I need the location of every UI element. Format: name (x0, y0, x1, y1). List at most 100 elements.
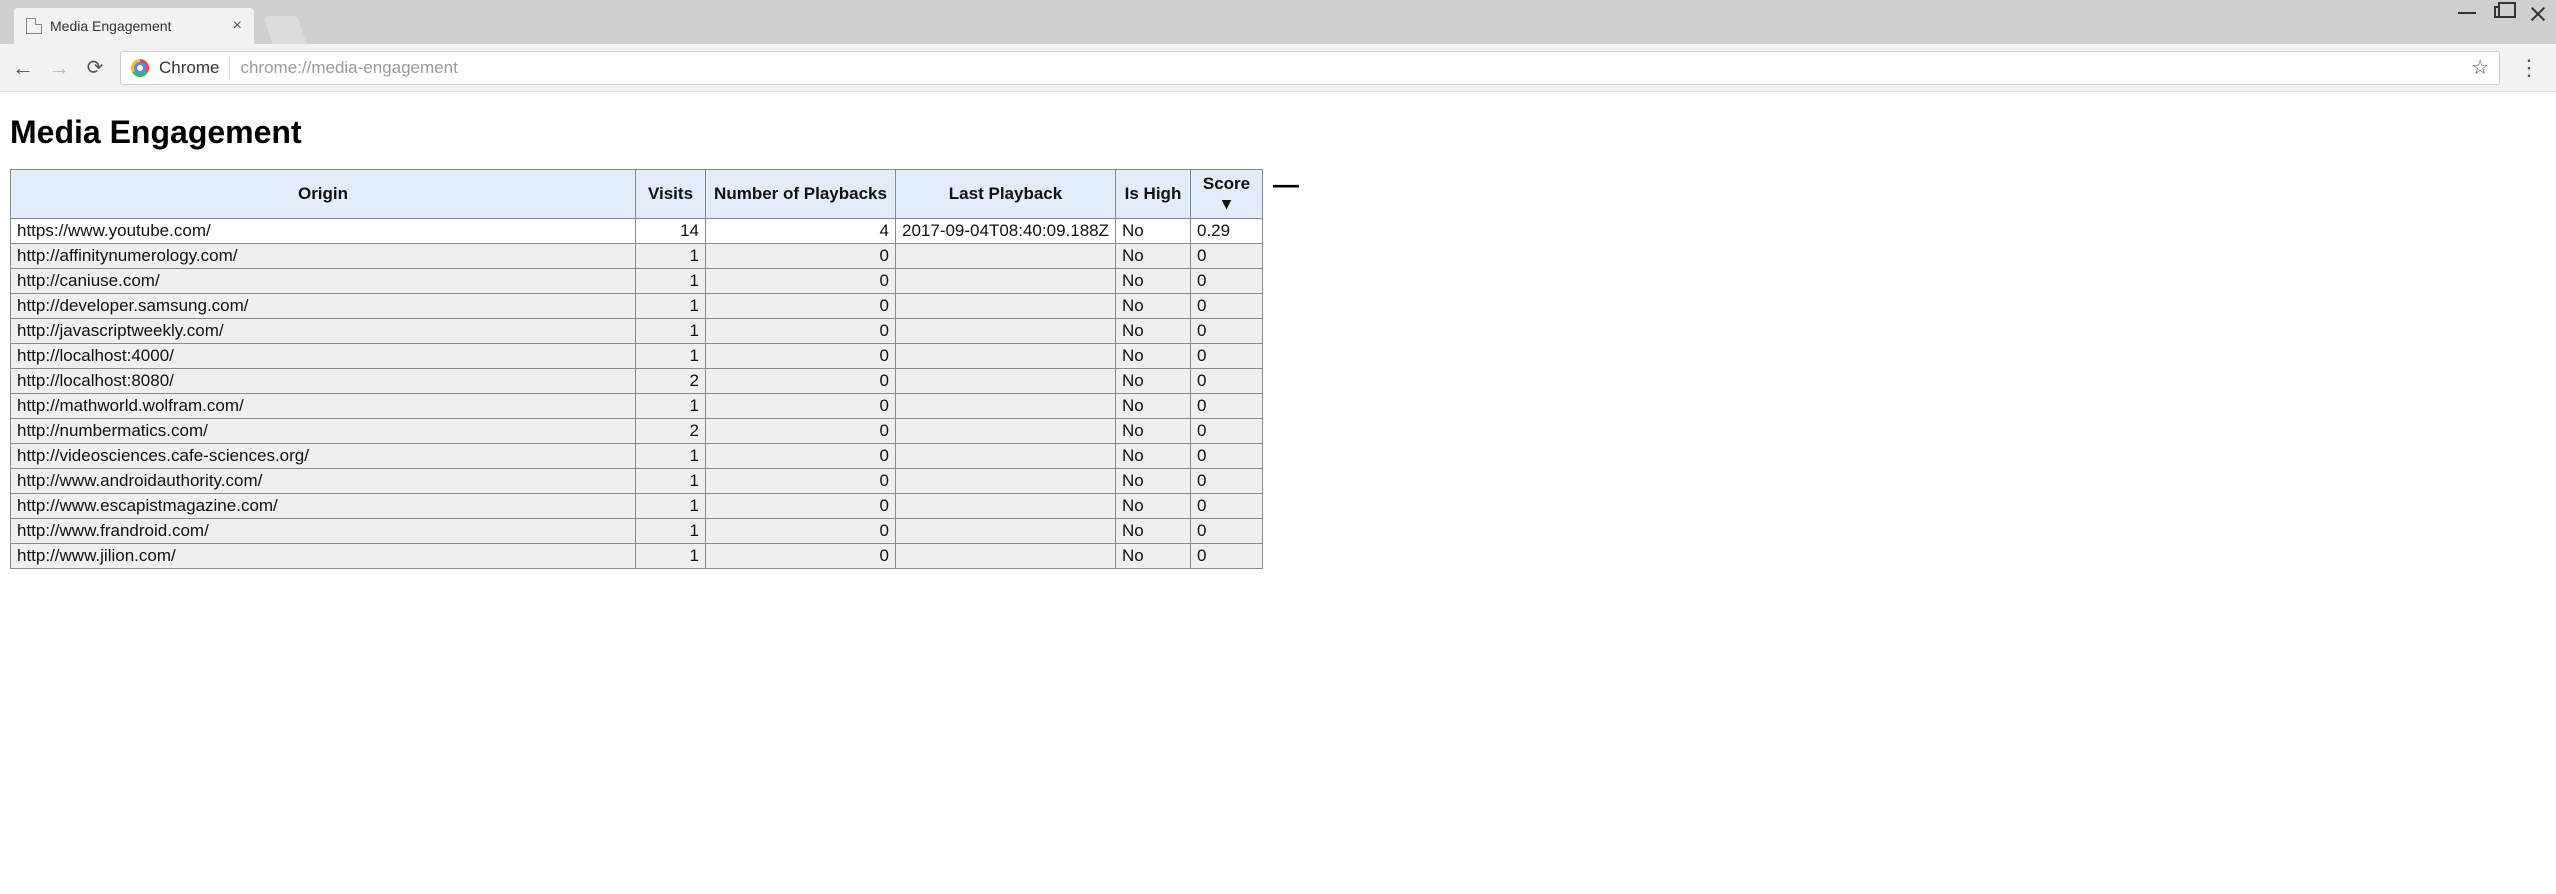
cell-last (896, 444, 1116, 469)
close-icon[interactable]: × (233, 18, 242, 34)
cell-origin: http://numbermatics.com/ (11, 419, 636, 444)
cell-visits: 1 (636, 444, 706, 469)
cell-visits: 1 (636, 469, 706, 494)
table-row: http://www.escapistmagazine.com/10No0 (11, 494, 1263, 519)
cell-score: 0 (1191, 369, 1263, 394)
cell-score: 0 (1191, 269, 1263, 294)
cell-visits: 1 (636, 544, 706, 569)
omnibox-url[interactable]: chrome://media-engagement (240, 58, 2461, 78)
cell-origin: http://www.escapistmagazine.com/ (11, 494, 636, 519)
media-engagement-table: Origin Visits Number of Playbacks Last P… (10, 169, 1263, 569)
table-row: http://developer.samsung.com/10No0 (11, 294, 1263, 319)
cell-origin: http://developer.samsung.com/ (11, 294, 636, 319)
cell-score: 0 (1191, 469, 1263, 494)
cell-score: 0 (1191, 519, 1263, 544)
cell-visits: 2 (636, 369, 706, 394)
cell-visits: 1 (636, 294, 706, 319)
col-header-score[interactable]: Score ▾ (1191, 170, 1263, 219)
cell-origin: http://www.jilion.com/ (11, 544, 636, 569)
cell-visits: 2 (636, 419, 706, 444)
window-close-icon[interactable] (2530, 6, 2548, 22)
cell-is-high: No (1116, 269, 1191, 294)
cell-visits: 1 (636, 519, 706, 544)
cell-origin: https://www.youtube.com/ (11, 219, 636, 244)
page-title: Media Engagement (10, 114, 2546, 151)
cell-score: 0 (1191, 319, 1263, 344)
omnibox-separator (229, 57, 230, 79)
cell-last (896, 494, 1116, 519)
cell-playbacks: 0 (706, 294, 896, 319)
cell-score: 0 (1191, 344, 1263, 369)
reload-button[interactable]: ⟳ (84, 55, 106, 80)
cell-origin: http://caniuse.com/ (11, 269, 636, 294)
cell-visits: 14 (636, 219, 706, 244)
table-row: http://www.jilion.com/10No0 (11, 544, 1263, 569)
cell-last (896, 319, 1116, 344)
cell-score: 0 (1191, 294, 1263, 319)
cell-is-high: No (1116, 344, 1191, 369)
back-button[interactable]: ← (12, 55, 34, 81)
browser-menu-icon[interactable]: ⋮ (2514, 55, 2544, 81)
cell-score: 0 (1191, 444, 1263, 469)
cell-visits: 1 (636, 319, 706, 344)
cell-visits: 1 (636, 394, 706, 419)
cell-visits: 1 (636, 344, 706, 369)
browser-toolbar: ← → ⟳ Chrome chrome://media-engagement ☆… (0, 44, 2556, 92)
cell-playbacks: 0 (706, 394, 896, 419)
cell-is-high: No (1116, 369, 1191, 394)
window-maximize-icon[interactable] (2494, 6, 2512, 22)
cell-score: 0.29 (1191, 219, 1263, 244)
bookmark-star-icon[interactable]: ☆ (2471, 55, 2489, 80)
cell-playbacks: 0 (706, 344, 896, 369)
cell-score: 0 (1191, 244, 1263, 269)
cell-last (896, 369, 1116, 394)
cell-origin: http://www.frandroid.com/ (11, 519, 636, 544)
cell-playbacks: 0 (706, 444, 896, 469)
window-minimize-icon[interactable] (2458, 6, 2476, 22)
col-header-is-high[interactable]: Is High (1116, 170, 1191, 219)
col-header-origin[interactable]: Origin (11, 170, 636, 219)
cell-is-high: No (1116, 494, 1191, 519)
cell-origin: http://localhost:4000/ (11, 344, 636, 369)
cell-playbacks: 0 (706, 269, 896, 294)
table-row: http://affinitynumerology.com/10No0 (11, 244, 1263, 269)
omnibox[interactable]: Chrome chrome://media-engagement ☆ (120, 51, 2500, 85)
cell-score: 0 (1191, 419, 1263, 444)
col-header-playbacks[interactable]: Number of Playbacks (706, 170, 896, 219)
cell-is-high: No (1116, 294, 1191, 319)
cell-is-high: No (1116, 519, 1191, 544)
table-row: http://www.frandroid.com/10No0 (11, 519, 1263, 544)
cell-last: 2017-09-04T08:40:09.188Z (896, 219, 1116, 244)
cell-origin: http://javascriptweekly.com/ (11, 319, 636, 344)
cell-playbacks: 0 (706, 469, 896, 494)
cell-score: 0 (1191, 544, 1263, 569)
browser-tab[interactable]: Media Engagement × (14, 8, 254, 44)
cell-playbacks: 0 (706, 244, 896, 269)
cell-playbacks: 0 (706, 544, 896, 569)
table-row: http://javascriptweekly.com/10No0 (11, 319, 1263, 344)
table-row: http://localhost:4000/10No0 (11, 344, 1263, 369)
cell-last (896, 244, 1116, 269)
new-tab-button[interactable] (263, 16, 306, 44)
cell-is-high: No (1116, 244, 1191, 269)
page-content: Media Engagement Origin Visits Number of… (0, 92, 2556, 583)
col-header-last[interactable]: Last Playback (896, 170, 1116, 219)
cell-playbacks: 0 (706, 319, 896, 344)
table-row: http://caniuse.com/10No0 (11, 269, 1263, 294)
cell-last (896, 294, 1116, 319)
cell-last (896, 394, 1116, 419)
col-header-visits[interactable]: Visits (636, 170, 706, 219)
cell-origin: http://affinitynumerology.com/ (11, 244, 636, 269)
cell-last (896, 419, 1116, 444)
side-dash: — (1263, 169, 1299, 200)
cell-last (896, 269, 1116, 294)
cell-score: 0 (1191, 394, 1263, 419)
cell-origin: http://www.androidauthority.com/ (11, 469, 636, 494)
tab-title: Media Engagement (50, 18, 171, 34)
cell-visits: 1 (636, 494, 706, 519)
cell-is-high: No (1116, 469, 1191, 494)
cell-last (896, 519, 1116, 544)
cell-is-high: No (1116, 319, 1191, 344)
cell-playbacks: 0 (706, 519, 896, 544)
forward-button[interactable]: → (48, 55, 70, 81)
